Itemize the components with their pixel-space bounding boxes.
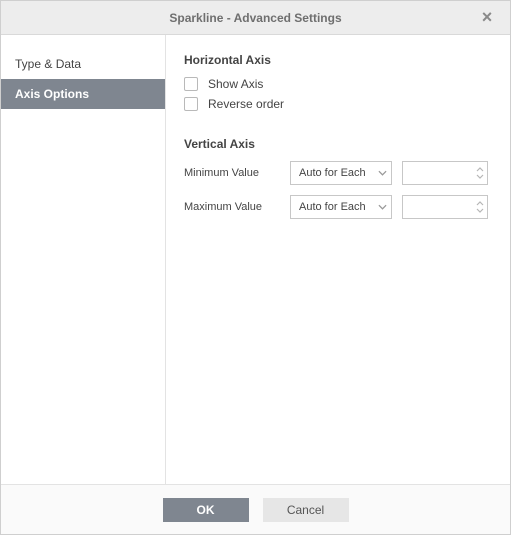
close-button[interactable]: × (472, 1, 502, 34)
close-icon: × (482, 7, 493, 28)
sidebar-item-axis-options[interactable]: Axis Options (1, 79, 165, 109)
show-axis-checkbox[interactable] (184, 77, 198, 91)
dialog-footer: OK Cancel (1, 484, 510, 534)
reverse-order-checkbox[interactable] (184, 97, 198, 111)
min-value-label: Minimum Value (184, 167, 280, 179)
max-value-label: Maximum Value (184, 201, 280, 213)
chevron-down-icon (378, 196, 387, 218)
ok-button[interactable]: OK (163, 498, 249, 522)
sparkline-advanced-settings-dialog: Sparkline - Advanced Settings × Type & D… (0, 0, 511, 535)
sidebar: Type & Data Axis Options (1, 35, 166, 484)
show-axis-label: Show Axis (208, 77, 263, 91)
min-value-mode-select[interactable]: Auto for Each (290, 161, 392, 185)
section-title-horizontal-axis: Horizontal Axis (184, 53, 492, 67)
sidebar-item-label: Type & Data (15, 57, 81, 71)
cancel-button[interactable]: Cancel (263, 498, 349, 522)
max-value-mode-select[interactable]: Auto for Each (290, 195, 392, 219)
chevron-down-icon[interactable] (476, 208, 484, 213)
chevron-up-icon[interactable] (476, 167, 484, 172)
checkbox-row-show-axis: Show Axis (184, 77, 492, 91)
sidebar-item-type-and-data[interactable]: Type & Data (1, 49, 165, 79)
select-value: Auto for Each (299, 167, 366, 179)
select-value: Auto for Each (299, 201, 366, 213)
dialog-titlebar: Sparkline - Advanced Settings × (1, 1, 510, 35)
button-label: Cancel (287, 503, 324, 517)
chevron-down-icon (378, 162, 387, 184)
chevron-down-icon[interactable] (476, 174, 484, 179)
spinner-buttons (476, 196, 484, 218)
button-label: OK (197, 503, 215, 517)
max-value-spinner[interactable] (402, 195, 488, 219)
reverse-order-label: Reverse order (208, 97, 284, 111)
field-row-max-value: Maximum Value Auto for Each (184, 195, 492, 219)
chevron-up-icon[interactable] (476, 201, 484, 206)
min-value-spinner[interactable] (402, 161, 488, 185)
dialog-title: Sparkline - Advanced Settings (169, 11, 341, 25)
spinner-buttons (476, 162, 484, 184)
section-title-vertical-axis: Vertical Axis (184, 137, 492, 151)
dialog-body: Type & Data Axis Options Horizontal Axis… (1, 35, 510, 484)
field-row-min-value: Minimum Value Auto for Each (184, 161, 492, 185)
content-panel: Horizontal Axis Show Axis Reverse order … (166, 35, 510, 484)
checkbox-row-reverse-order: Reverse order (184, 97, 492, 111)
sidebar-item-label: Axis Options (15, 87, 89, 101)
